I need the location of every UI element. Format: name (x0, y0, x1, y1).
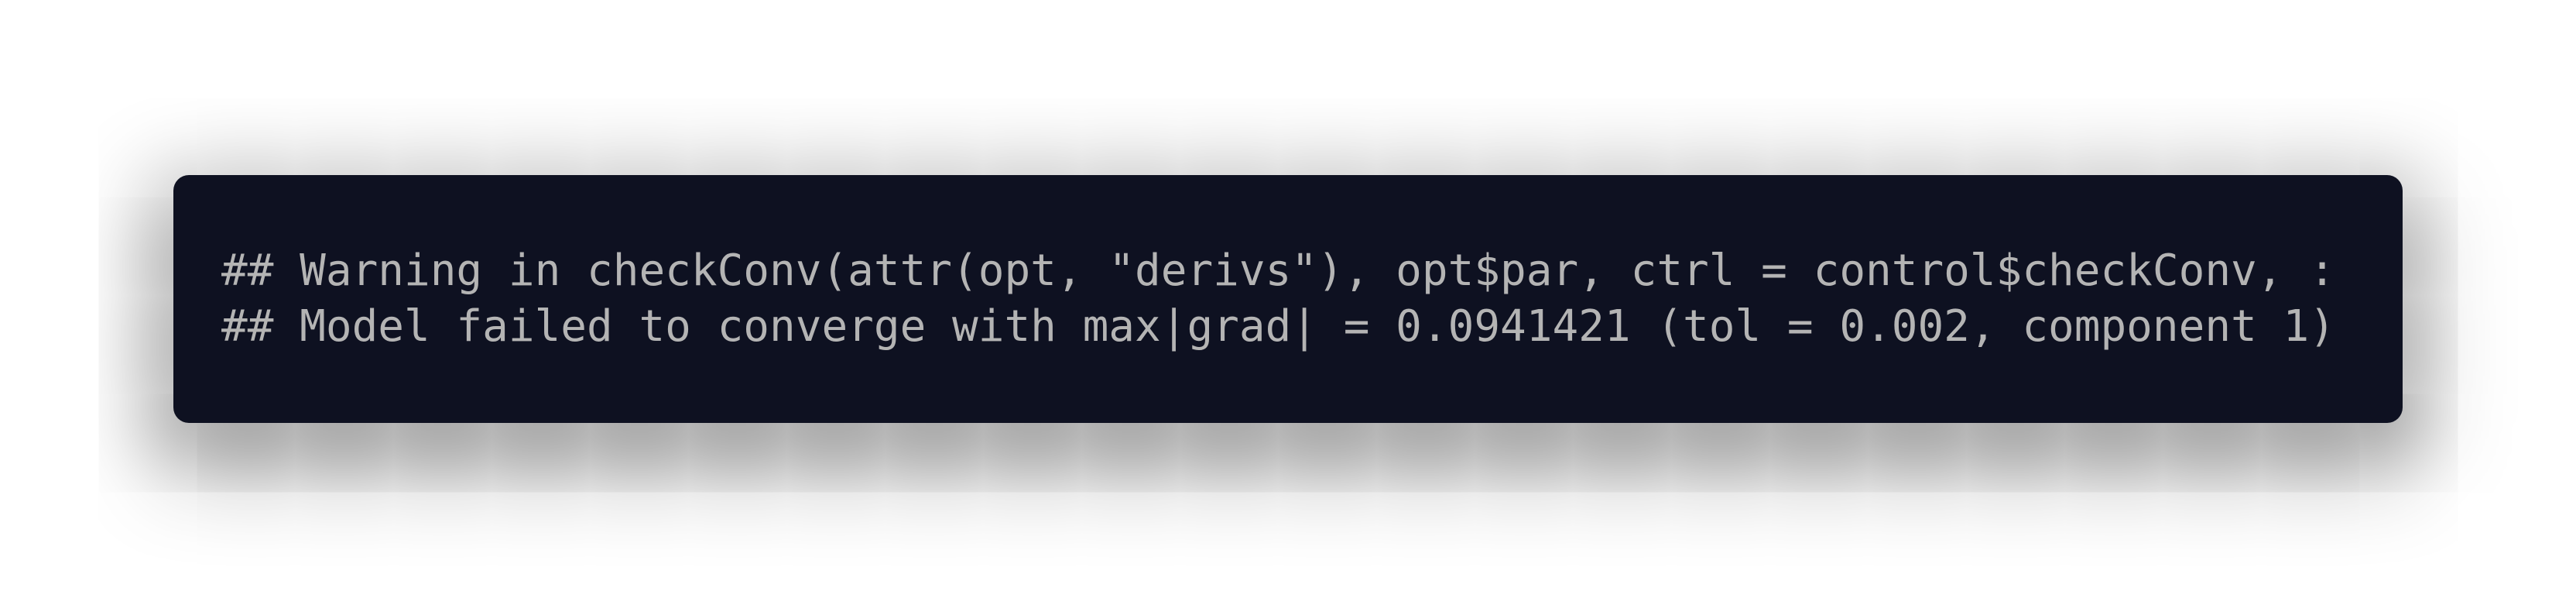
console-output-block: ## Warning in checkConv(attr(opt, "deriv… (173, 175, 2403, 423)
warning-line: ## Warning in checkConv(attr(opt, "deriv… (221, 246, 2335, 296)
convergence-message-line: ## Model failed to converge with max|gra… (221, 301, 2335, 352)
